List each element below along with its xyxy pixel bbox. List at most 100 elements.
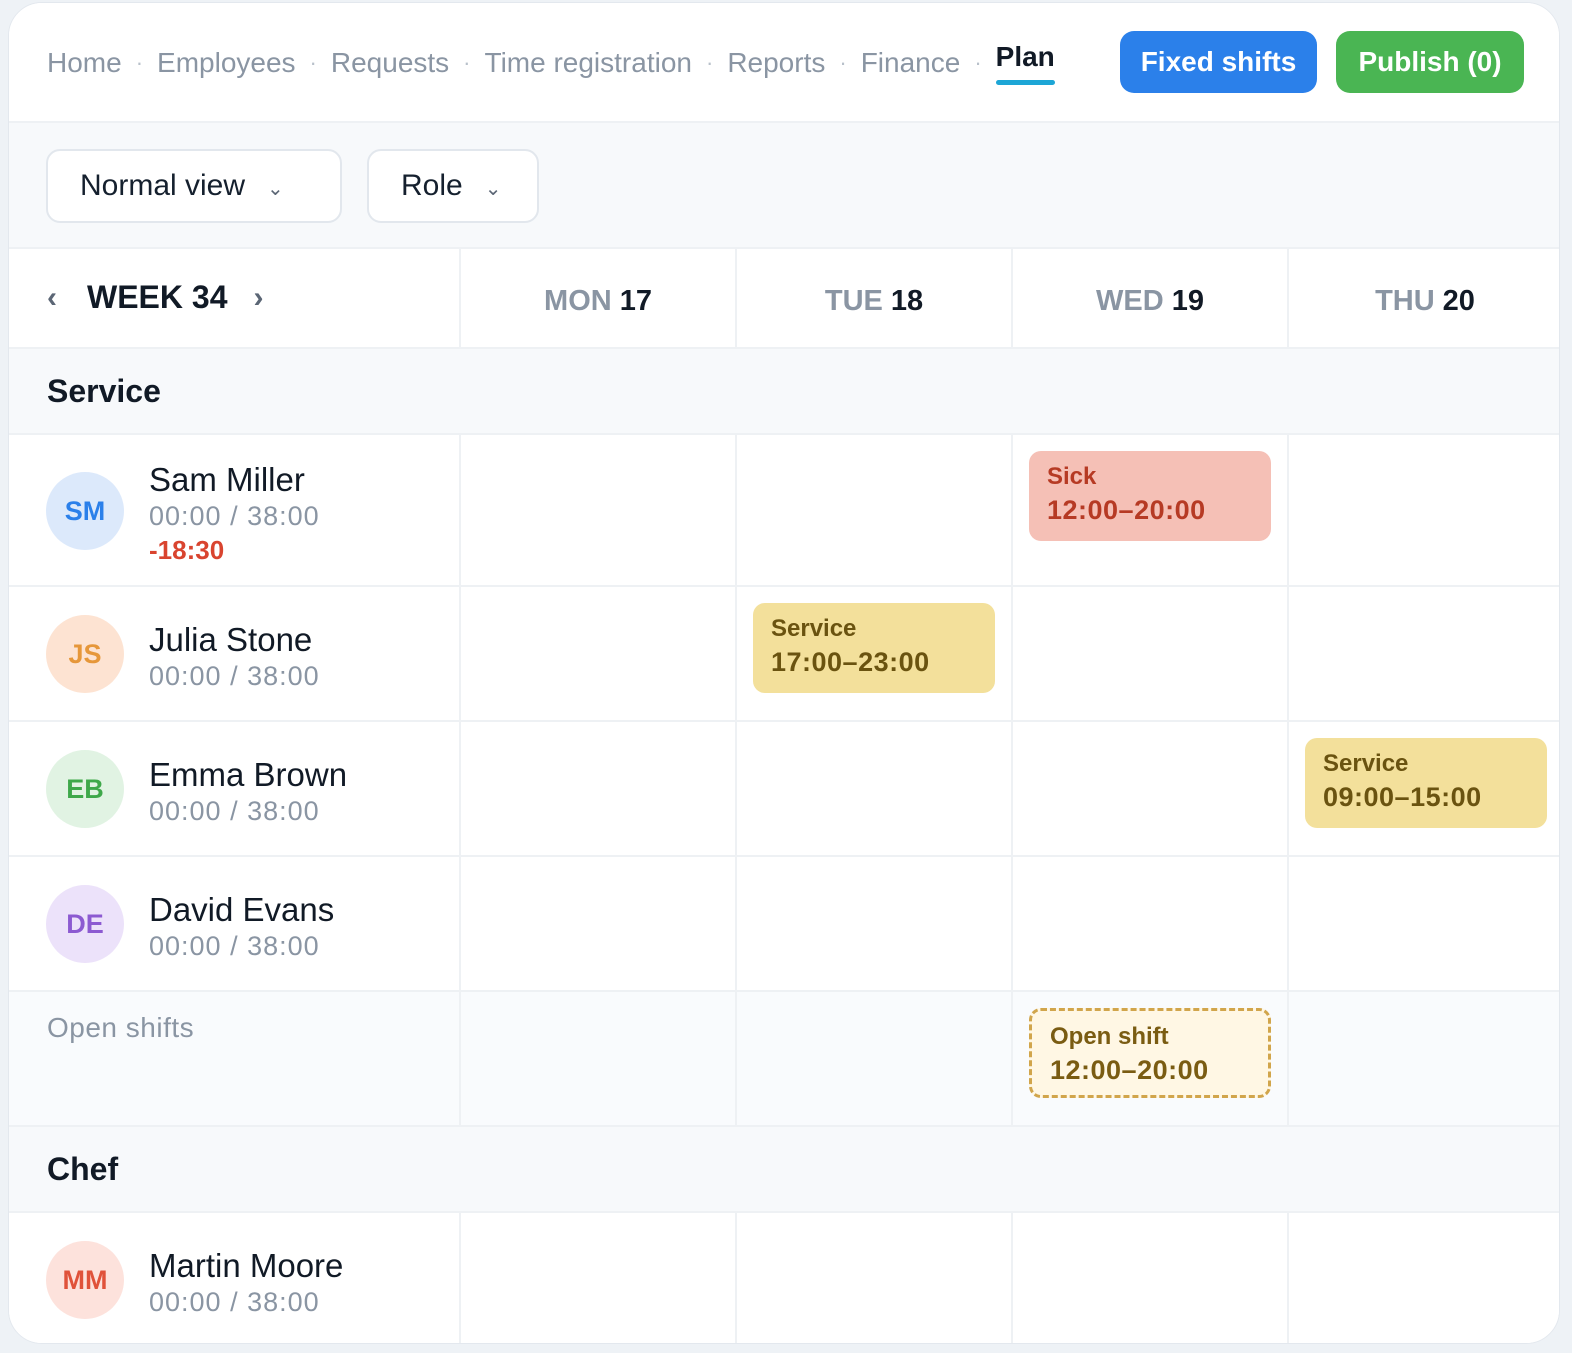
top-navigation: Home · Employees · Requests · Time regis… (9, 3, 1559, 123)
planner-card: Home · Employees · Requests · Time regis… (8, 2, 1560, 1344)
group-title: Service (47, 373, 161, 409)
employee-name[interactable]: Sam Miller (149, 461, 305, 499)
employee-row: JS Julia Stone 00:00 / 38:00 Service 17:… (9, 587, 1559, 722)
publish-button[interactable]: Publish (0) (1336, 31, 1524, 93)
schedule-cell[interactable]: Service 09:00–15:00 (1287, 722, 1559, 855)
fixed-shifts-button[interactable]: Fixed shifts (1120, 31, 1317, 93)
nav-separator: · (974, 50, 982, 75)
schedule-cell[interactable] (459, 722, 735, 855)
schedule-cell[interactable] (735, 722, 1011, 855)
employee-hours: 00:00 / 38:00 (149, 661, 320, 691)
week-navigator: ‹ WEEK 34 › (47, 279, 263, 316)
day-header-tue: TUE 18 (735, 249, 1011, 347)
shift-time: 12:00–20:00 (1047, 495, 1206, 525)
schedule-cell[interactable]: Service 17:00–23:00 (735, 587, 1011, 720)
day-name: WED (1096, 284, 1164, 317)
employee-row: MM Martin Moore 00:00 / 38:00 (9, 1213, 1559, 1343)
employee-row: DE David Evans 00:00 / 38:00 (9, 857, 1559, 992)
schedule-cell[interactable] (1287, 435, 1559, 585)
avatar: SM (46, 472, 124, 550)
avatar: EB (46, 750, 124, 828)
nav-requests[interactable]: Requests (331, 47, 449, 79)
nav-finance[interactable]: Finance (861, 47, 961, 79)
schedule-cell[interactable] (1011, 587, 1287, 720)
schedule-cell[interactable] (459, 587, 735, 720)
schedule-cell[interactable] (1287, 587, 1559, 720)
open-shifts-label: Open shifts (47, 1012, 195, 1043)
shift-type: Open shift (1050, 1023, 1169, 1050)
employee-name[interactable]: David Evans (149, 891, 334, 929)
day-header-wed: WED 19 (1011, 249, 1287, 347)
schedule-cell[interactable] (459, 435, 735, 585)
employee-row: SM Sam Miller 00:00 / 38:00 -18:30 Sick … (9, 435, 1559, 587)
nav-separator: · (463, 50, 471, 75)
day-header-mon: MON 17 (459, 249, 735, 347)
avatar: JS (46, 615, 124, 693)
employee-name[interactable]: Julia Stone (149, 621, 312, 659)
schedule-cell[interactable] (1287, 1213, 1559, 1343)
employee-name[interactable]: Martin Moore (149, 1247, 343, 1285)
nav-separator: · (705, 50, 714, 75)
nav-plan[interactable]: Plan (995, 41, 1055, 85)
schedule-cell[interactable] (1011, 1213, 1287, 1343)
employee-hours: 00:00 / 38:00 (149, 931, 320, 961)
role-select-label: Role (401, 169, 463, 202)
shift-time: 12:00–20:00 (1050, 1055, 1209, 1085)
shift-type: Service (771, 615, 857, 642)
schedule-cell[interactable] (459, 992, 735, 1125)
chevron-left-icon[interactable]: ‹ (47, 281, 57, 315)
nav-reports[interactable]: Reports (727, 47, 825, 79)
service-shift-card[interactable]: Service 09:00–15:00 (1305, 738, 1547, 828)
nav-employees[interactable]: Employees (157, 47, 296, 79)
schedule-cell[interactable] (735, 1213, 1011, 1343)
schedule-cell[interactable] (1287, 857, 1559, 990)
open-shift-card[interactable]: Open shift 12:00–20:00 (1029, 1008, 1271, 1098)
schedule-cell[interactable] (735, 992, 1011, 1125)
employee-hours: 00:00 / 38:00 (149, 796, 320, 826)
avatar: DE (46, 885, 124, 963)
group-title: Chef (47, 1151, 119, 1187)
toolbar: Normal view ⌄ Role ⌄ (9, 123, 1559, 249)
employee-hours: 00:00 / 38:00 (149, 1287, 320, 1317)
shift-time: 09:00–15:00 (1323, 782, 1482, 812)
nav-home[interactable]: Home (47, 47, 122, 79)
view-select-label: Normal view (80, 169, 246, 202)
week-header-row: ‹ WEEK 34 › MON 17 TUE 18 WED 19 THU 20 (9, 249, 1559, 349)
shift-type: Sick (1047, 463, 1097, 490)
schedule-cell[interactable]: Sick 12:00–20:00 (1011, 435, 1287, 585)
open-shifts-row: Open shifts Open shift 12:00–20:00 (9, 992, 1559, 1127)
service-shift-card[interactable]: Service 17:00–23:00 (753, 603, 995, 693)
group-row-service: Service (9, 349, 1559, 435)
employee-name[interactable]: Emma Brown (149, 756, 347, 794)
schedule-cell[interactable] (1011, 722, 1287, 855)
nav-separator: · (309, 50, 317, 75)
employee-row: EB Emma Brown 00:00 / 38:00 Service 09:0… (9, 722, 1559, 857)
chevron-down-icon: ⌄ (267, 177, 284, 200)
day-number: 18 (890, 284, 924, 317)
schedule-cell[interactable] (459, 857, 735, 990)
chevron-down-icon: ⌄ (484, 177, 502, 200)
nav-time-registration[interactable]: Time registration (485, 47, 692, 79)
avatar: MM (46, 1241, 124, 1319)
day-name: TUE (824, 284, 883, 317)
day-name: THU (1375, 284, 1435, 317)
employee-balance: -18:30 (149, 535, 225, 565)
schedule-cell[interactable] (1287, 992, 1559, 1125)
schedule-cell[interactable] (459, 1213, 735, 1343)
nav-separator: · (839, 50, 847, 75)
day-header-thu: THU 20 (1287, 249, 1559, 347)
chevron-right-icon[interactable]: › (253, 281, 263, 315)
sick-shift-card[interactable]: Sick 12:00–20:00 (1029, 451, 1271, 541)
day-name: MON (544, 284, 612, 317)
day-number: 17 (619, 284, 652, 317)
schedule-cell[interactable]: Open shift 12:00–20:00 (1011, 992, 1287, 1125)
schedule-cell[interactable] (1011, 857, 1287, 990)
shift-type: Service (1323, 750, 1409, 777)
view-select[interactable]: Normal view ⌄ (46, 149, 342, 223)
schedule-cell[interactable] (735, 857, 1011, 990)
day-number: 19 (1171, 284, 1204, 317)
day-number: 20 (1442, 284, 1475, 317)
role-select[interactable]: Role ⌄ (367, 149, 539, 223)
employee-hours: 00:00 / 38:00 (149, 501, 320, 531)
schedule-cell[interactable] (735, 435, 1011, 585)
